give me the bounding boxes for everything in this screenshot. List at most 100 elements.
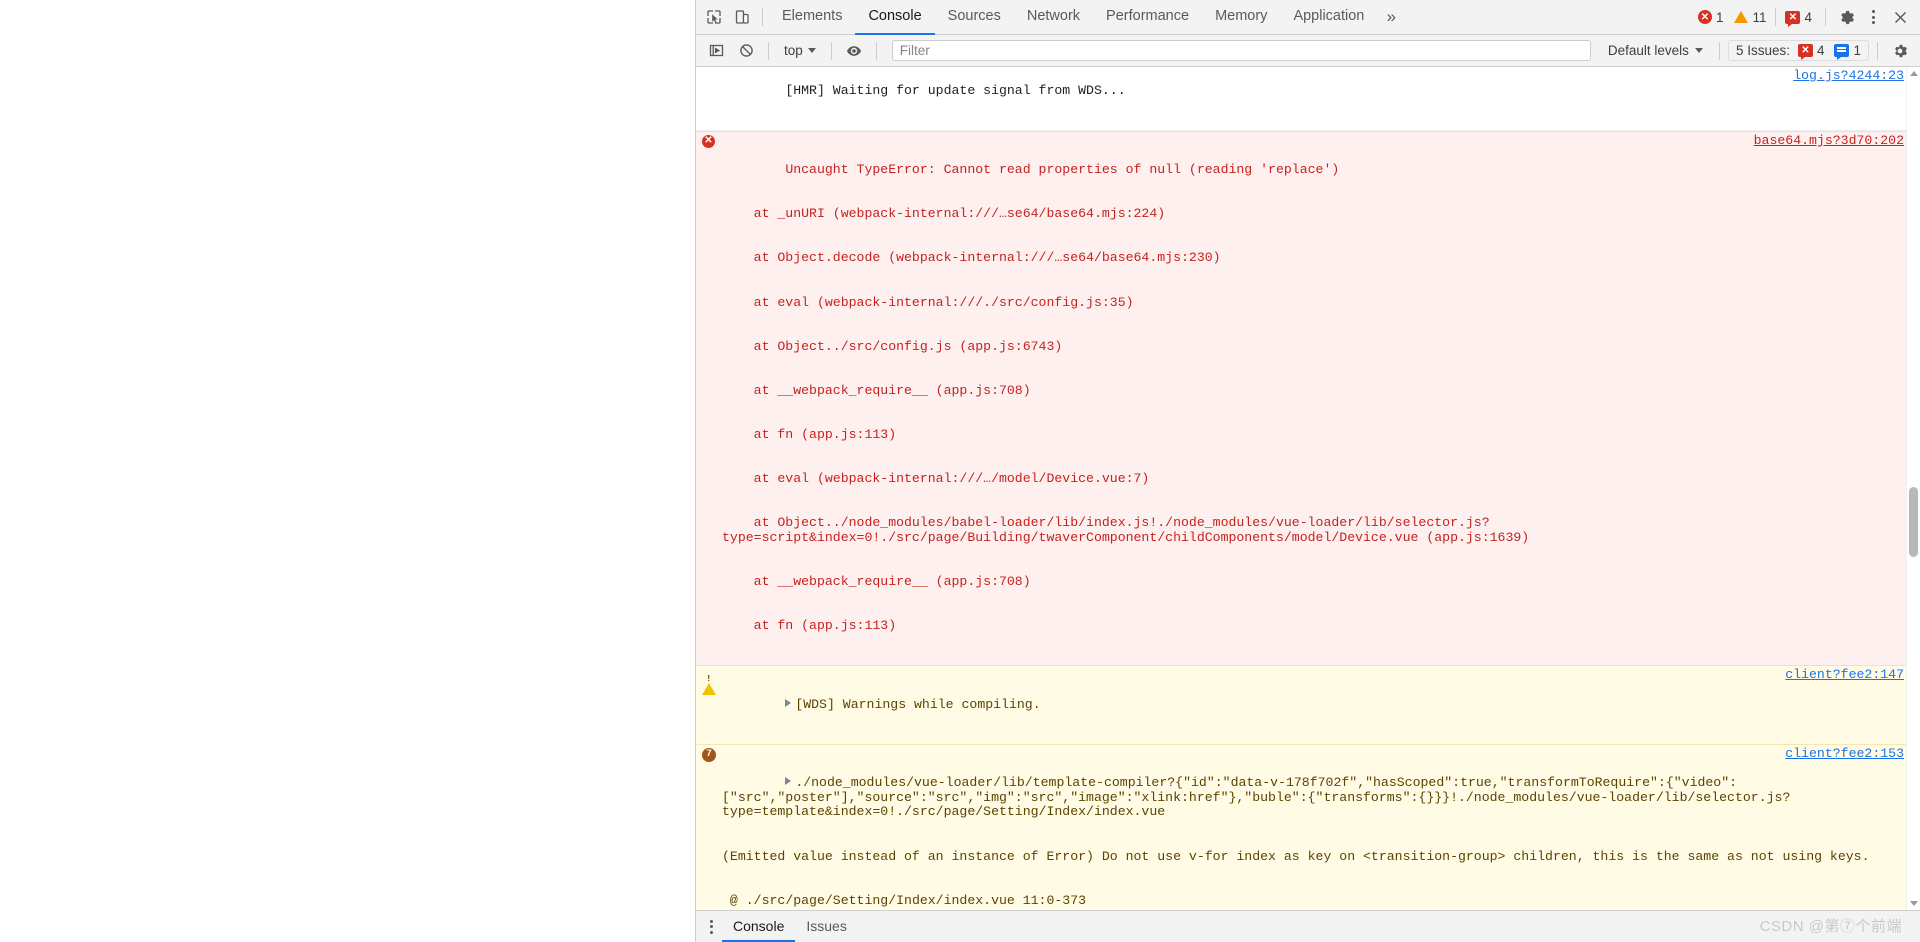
issue-count: 4	[1804, 9, 1812, 25]
execute-snippet-icon[interactable]	[702, 37, 730, 65]
stack-frame[interactable]: at __webpack_require__ (app.js:708)	[722, 382, 1904, 399]
console-message-warning-group[interactable]: 7 ./node_modules/vue-loader/lib/template…	[696, 744, 1920, 910]
repeat-count: 7	[702, 747, 716, 762]
kebab-menu-icon[interactable]	[700, 914, 722, 940]
host-page-area	[0, 0, 695, 942]
error-warning-counters[interactable]: ✕ 1 11	[1691, 8, 1774, 27]
filterbar-divider-4	[1718, 41, 1720, 60]
drawer-tab-console-label: Console	[733, 917, 785, 934]
stack-frame-text: at __webpack_require__ (app.js:708)	[722, 573, 1031, 589]
tab-memory[interactable]: Memory	[1202, 0, 1280, 35]
stack-frame[interactable]: at Object.decode (webpack-internal:///…s…	[722, 251, 1904, 266]
tab-sources-label: Sources	[947, 8, 1001, 24]
devtools-drawer-tabbar: Console Issues	[696, 910, 1920, 942]
issues-summary-button[interactable]: 5 Issues: ✕ 4 1	[1727, 40, 1869, 61]
stack-frame-text: at __webpack_require__ (app.js:708)	[722, 382, 1031, 398]
stack-frame-text: at fn (app.js:113)	[722, 426, 897, 442]
tab-elements[interactable]: Elements	[769, 0, 855, 35]
console-message-source-link[interactable]: client?fee2:153	[1785, 746, 1904, 762]
count-badge-icon: 7	[702, 747, 716, 762]
warning-triangle-icon	[1734, 11, 1749, 23]
issue-square-icon: ✕	[1797, 44, 1813, 60]
inspect-element-icon[interactable]	[700, 3, 728, 31]
filterbar-divider-5	[1877, 41, 1878, 60]
issues-error-count: 4	[1816, 43, 1825, 58]
console-message-text: [HMR] Waiting for update signal from WDS…	[785, 82, 1126, 98]
warning-count: 11	[1752, 9, 1767, 25]
log-levels-selector[interactable]: Default levels	[1600, 40, 1711, 61]
execution-context-selector[interactable]: top	[777, 40, 823, 61]
tab-application[interactable]: Application	[1280, 0, 1377, 35]
stack-frame[interactable]: at _unURI (webpack-internal:///…se64/bas…	[722, 206, 1904, 222]
stack-frame-text: at eval (webpack-internal:///./src/confi…	[722, 294, 1134, 310]
drawer-tab-issues[interactable]: Issues	[795, 911, 857, 942]
stack-frame-text: at _unURI (webpack-internal:///…se64/bas…	[722, 206, 1166, 222]
module-trace-text: @ ./src/page/Setting/Index/index.vue 11:…	[722, 892, 1087, 908]
execution-context-label: top	[784, 43, 803, 58]
stack-frame-text: at fn (app.js:113)	[722, 618, 897, 634]
stack-frame[interactable]: at __webpack_require__ (app.js:708)	[722, 573, 1904, 590]
tab-elements-label: Elements	[782, 8, 843, 24]
stack-frame[interactable]: at fn (app.js:113)	[722, 618, 1904, 634]
error-count: 1	[1715, 9, 1724, 25]
module-trace-line: @ ./src/page/Setting/Index/index.vue 11:…	[722, 892, 1904, 909]
scroll-up-arrow-icon[interactable]	[1910, 71, 1918, 76]
tab-console-label: Console	[868, 8, 922, 24]
scrollbar-thumb[interactable]	[1909, 487, 1918, 557]
console-error-title: Uncaught TypeError: Cannot read properti…	[785, 162, 1340, 178]
stack-frame[interactable]: at Object../src/config.js (app.js:6743)	[722, 338, 1904, 355]
screenshot-root: Elements Console Sources Network Perform…	[0, 0, 1920, 942]
gear-icon[interactable]	[1832, 3, 1860, 31]
counters-divider	[1775, 8, 1777, 26]
console-message-log[interactable]: [HMR] Waiting for update signal from WDS…	[696, 67, 1920, 131]
filterbar-divider-1	[768, 41, 769, 60]
tab-network-label: Network	[1026, 8, 1081, 24]
expand-arrow-icon[interactable]	[785, 777, 792, 786]
console-message-source-link[interactable]: log.js?4244:23	[1793, 68, 1904, 84]
console-scrollbar[interactable]	[1906, 67, 1920, 910]
console-message-error[interactable]: ✕ Uncaught TypeError: Cannot read proper…	[696, 130, 1920, 667]
scroll-down-arrow-icon[interactable]	[1910, 901, 1918, 906]
tab-memory-label: Memory	[1215, 8, 1268, 24]
device-toolbar-icon[interactable]	[728, 3, 756, 31]
tab-sources[interactable]: Sources	[935, 0, 1014, 35]
stack-frame[interactable]: at fn (app.js:113)	[722, 426, 1904, 443]
chevron-down-icon	[807, 48, 816, 53]
chevron-double-right-icon[interactable]: »	[1377, 3, 1405, 31]
warning-body: (Emitted value instead of an instance of…	[722, 849, 1904, 865]
kebab-menu-icon[interactable]	[1862, 4, 1884, 30]
stack-frame[interactable]: at eval (webpack-internal:///…/model/Dev…	[722, 471, 1904, 487]
stack-frame[interactable]: at Object../node_modules/babel-loader/li…	[722, 515, 1904, 545]
expand-arrow-icon[interactable]	[785, 698, 792, 707]
tab-network[interactable]: Network	[1014, 0, 1093, 35]
issue-square-icon: ✕	[1785, 10, 1801, 27]
chevron-down-icon	[1694, 48, 1703, 53]
warning-triangle-icon	[702, 668, 716, 696]
log-levels-label: Default levels	[1607, 43, 1689, 58]
error-circle-icon: ✕	[1697, 10, 1712, 24]
close-icon[interactable]	[1886, 3, 1914, 31]
console-message-source-link[interactable]: client?fee2:147	[1785, 667, 1904, 683]
live-expression-eye-icon[interactable]	[840, 37, 868, 65]
issues-divider	[1825, 8, 1826, 26]
tab-console[interactable]: Console	[855, 0, 935, 35]
stack-frame[interactable]: at eval (webpack-internal:///./src/confi…	[722, 294, 1904, 311]
console-message-list[interactable]: [HMR] Waiting for update signal from WDS…	[696, 67, 1920, 910]
console-warning-title: ./node_modules/vue-loader/lib/template-c…	[722, 775, 1791, 820]
gear-icon[interactable]	[1886, 37, 1914, 65]
console-warning-title: [WDS] Warnings while compiling.	[795, 696, 1041, 712]
stack-frame-text: at Object../node_modules/babel-loader/li…	[722, 515, 1530, 545]
info-square-icon	[1834, 44, 1850, 60]
console-message-source-link[interactable]: base64.mjs?3d70:202	[1754, 133, 1904, 149]
stack-frame-text: at Object../src/config.js (app.js:6743)	[722, 338, 1063, 354]
filter-input[interactable]	[891, 40, 1591, 61]
stack-frame-text: at Object.decode (webpack-internal:///…s…	[722, 250, 1221, 266]
clear-console-icon[interactable]	[732, 37, 760, 65]
issues-counter[interactable]: ✕ 4	[1778, 8, 1819, 27]
console-message-warning[interactable]: [WDS] Warnings while compiling. client?f…	[696, 666, 1920, 745]
drawer-tab-issues-label: Issues	[806, 917, 847, 934]
issues-info-count: 1	[1853, 43, 1861, 58]
tab-performance[interactable]: Performance	[1093, 0, 1202, 35]
devtools-tabs: Elements Console Sources Network Perform…	[769, 0, 1377, 35]
drawer-tab-console[interactable]: Console	[722, 911, 796, 942]
